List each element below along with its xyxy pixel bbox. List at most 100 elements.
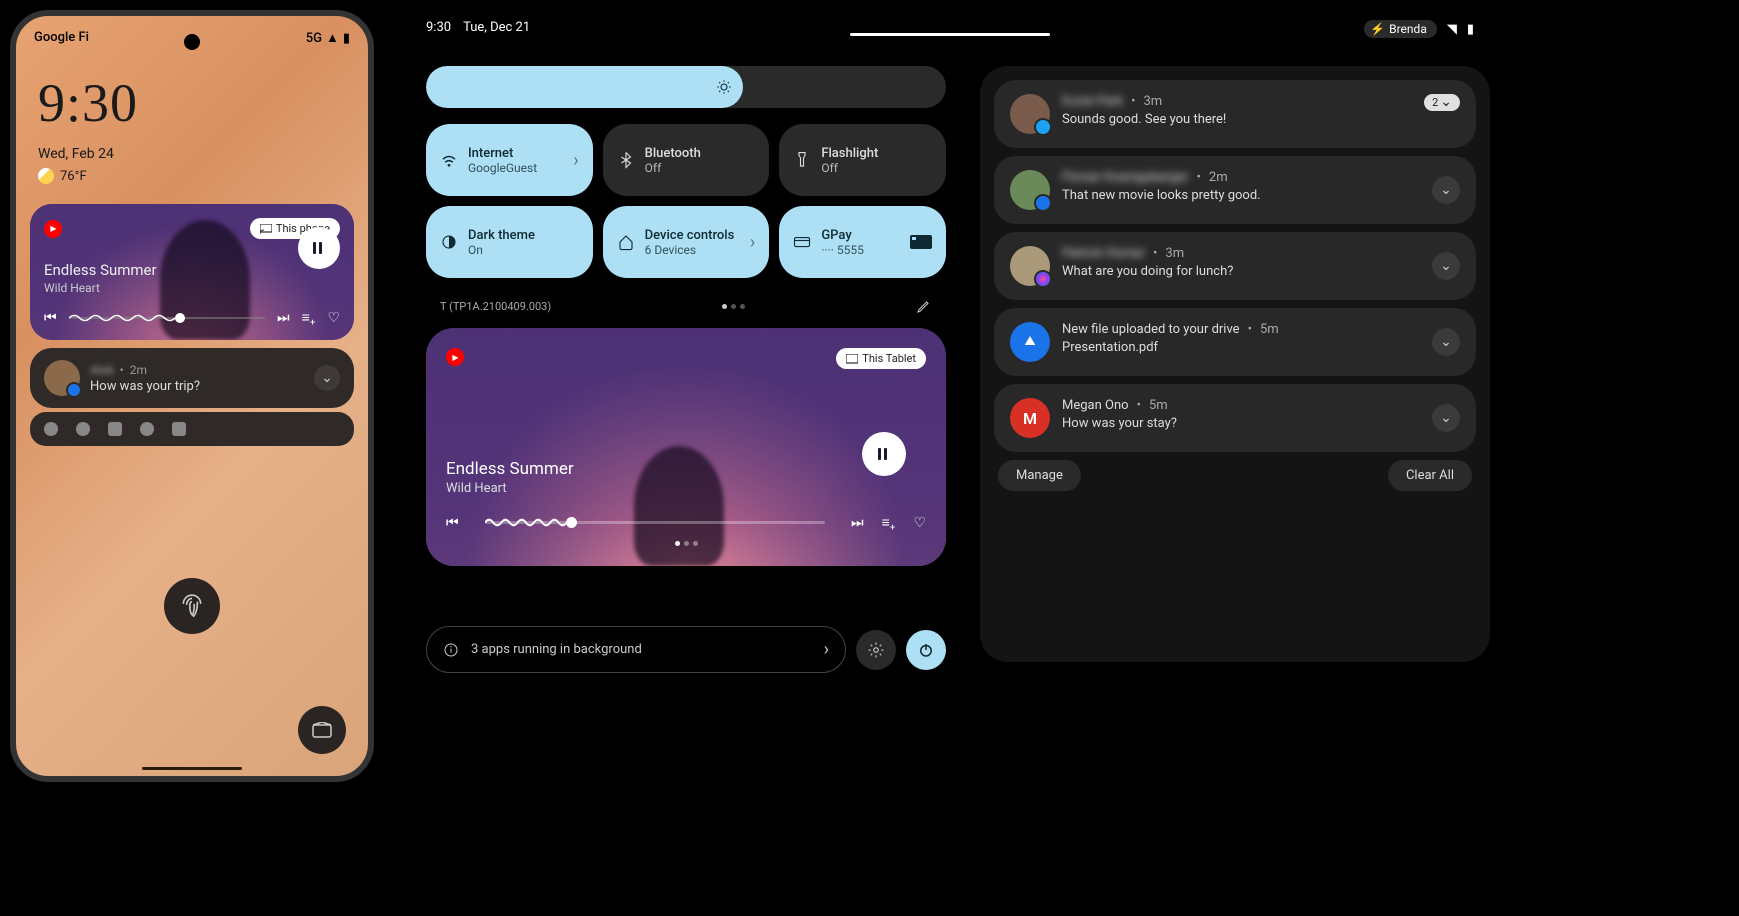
sender-name: Alok <box>90 363 114 377</box>
fingerprint-button[interactable] <box>164 578 220 634</box>
signal-icon: ▲ <box>326 30 339 46</box>
wifi-icon: ◥ <box>1447 22 1457 37</box>
expand-button[interactable] <box>1432 176 1460 204</box>
pause-icon <box>878 448 890 460</box>
tile-dark-theme[interactable]: Dark themeOn <box>426 206 593 278</box>
favorite-button[interactable]: ♡ <box>913 515 926 531</box>
home-icon <box>617 233 635 251</box>
settings-button[interactable] <box>856 630 896 670</box>
drive-app-icon <box>1010 322 1050 362</box>
tablet-icon <box>846 354 858 364</box>
bluetooth-icon <box>617 151 635 169</box>
next-button[interactable]: ⏭ <box>851 515 864 531</box>
chevron-down-icon <box>1440 96 1452 109</box>
notification-icon-shelf[interactable] <box>30 412 354 446</box>
notification-item[interactable]: M Megan Ono•5m How was your stay? <box>994 384 1476 452</box>
play-pause-button[interactable] <box>298 227 340 269</box>
gmail-app-icon: M <box>1010 398 1050 438</box>
weather-icon <box>38 168 54 184</box>
facebook-icon <box>76 422 90 436</box>
qs-tiles-grid: InternetGoogleGuest BluetoothOff Flashli… <box>426 124 946 278</box>
notification-item[interactable]: Eunie Park•3m Sounds good. See you there… <box>994 80 1476 148</box>
brightness-slider[interactable] <box>426 66 946 108</box>
tile-bluetooth[interactable]: BluetoothOff <box>603 124 770 196</box>
track-artist: Wild Heart <box>446 481 926 496</box>
lock-clock: 9:30 <box>16 60 368 134</box>
notif-time: 2m <box>130 363 147 377</box>
youtube-icon <box>108 422 122 436</box>
clear-all-button[interactable]: Clear All <box>1388 460 1472 491</box>
network-label: 5G <box>306 31 322 46</box>
battery-icon: ▮ <box>1467 22 1474 37</box>
tablet-area: 9:30 Tue, Dec 21 ⚡ Brenda ◥ ▮ InternetGo… <box>400 10 1500 48</box>
card-icon <box>793 233 811 251</box>
phone-media-card[interactable]: This phone Endless Summer Wild Heart ⏮ ⏭… <box>30 204 354 340</box>
info-icon <box>443 642 459 658</box>
user-chip[interactable]: ⚡ Brenda <box>1364 20 1437 38</box>
tile-gpay[interactable]: GPay···· 5555 <box>779 206 946 278</box>
tile-flashlight[interactable]: FlashlightOff <box>779 124 946 196</box>
progress-slider[interactable] <box>69 317 265 319</box>
cast-chip[interactable]: This Tablet <box>836 348 926 369</box>
expand-button[interactable] <box>1432 252 1460 280</box>
carrier-label: Google Fi <box>34 30 89 46</box>
expand-button[interactable] <box>314 365 340 391</box>
youtube-music-icon <box>44 220 62 238</box>
twitter-badge-icon <box>1034 118 1052 136</box>
flashlight-icon <box>793 151 811 169</box>
chevron-right-icon <box>824 639 829 660</box>
temperature-label: 76°F <box>60 169 87 184</box>
status-time: 9:30 <box>426 20 451 38</box>
tablet-media-card[interactable]: This Tablet Endless Summer Wild Heart ⏮ … <box>426 328 946 566</box>
page-indicator <box>722 304 745 309</box>
drive-icon <box>140 422 154 436</box>
next-button[interactable]: ⏭ <box>277 310 290 326</box>
background-apps-bar[interactable]: 3 apps running in background <box>426 626 846 673</box>
expand-button[interactable] <box>1432 328 1460 356</box>
dark-theme-icon <box>440 233 458 251</box>
manage-button[interactable]: Manage <box>998 460 1081 491</box>
sender-avatar <box>1010 94 1050 134</box>
nav-handle[interactable] <box>850 33 1050 36</box>
messages-badge-icon <box>1034 194 1052 212</box>
status-date: Tue, Dec 21 <box>463 20 530 38</box>
queue-button[interactable]: ≡₊ <box>882 514 896 531</box>
sender-avatar <box>1010 170 1050 210</box>
lock-weather[interactable]: 76°F <box>16 162 368 190</box>
queue-button[interactable]: ≡₊ <box>302 309 316 326</box>
notification-item[interactable]: Florian Koenigsberger•2m That new movie … <box>994 156 1476 224</box>
lock-date: Wed, Feb 24 <box>16 134 368 162</box>
tile-internet[interactable]: InternetGoogleGuest <box>426 124 593 196</box>
phone-notification[interactable]: Alok • 2m How was your trip? <box>30 348 354 408</box>
play-pause-button[interactable] <box>862 432 906 476</box>
user-icon: ⚡ <box>1370 22 1385 36</box>
pencil-icon <box>916 298 932 314</box>
notification-panel: Eunie Park•3m Sounds good. See you there… <box>980 66 1490 662</box>
chevron-right-icon <box>750 232 755 253</box>
wallet-button[interactable] <box>298 706 346 754</box>
expand-button[interactable] <box>1432 404 1460 432</box>
track-artist: Wild Heart <box>44 281 340 295</box>
card-graphic-icon <box>910 235 932 249</box>
tablet-status-bar: 9:30 Tue, Dec 21 ⚡ Brenda ◥ ▮ <box>400 10 1500 48</box>
chevron-right-icon <box>573 150 578 171</box>
power-button[interactable] <box>906 630 946 670</box>
tile-device-controls[interactable]: Device controls6 Devices <box>603 206 770 278</box>
prev-button[interactable]: ⏮ <box>44 310 57 326</box>
favorite-button[interactable]: ♡ <box>327 310 340 326</box>
notification-item[interactable]: New file uploaded to your drive•5m Prese… <box>994 308 1476 376</box>
track-title: Endless Summer <box>44 261 340 279</box>
sender-avatar <box>1010 246 1050 286</box>
messages-app-badge <box>66 382 82 398</box>
prev-button[interactable]: ⏮ <box>446 515 459 531</box>
power-icon <box>917 641 935 659</box>
fingerprint-icon <box>179 593 205 619</box>
phone-mockup: Google Fi 5G ▲ ▮ 9:30 Wed, Feb 24 76°F T… <box>10 10 374 782</box>
nav-handle[interactable] <box>142 767 242 770</box>
progress-slider[interactable] <box>485 521 825 524</box>
notification-item[interactable]: Patrick Homer•3m What are you doing for … <box>994 232 1476 300</box>
edit-tiles-button[interactable] <box>916 298 932 314</box>
track-title: Endless Summer <box>446 459 926 479</box>
count-chip[interactable]: 2 <box>1424 94 1460 111</box>
phone-camera-cutout <box>184 34 200 50</box>
